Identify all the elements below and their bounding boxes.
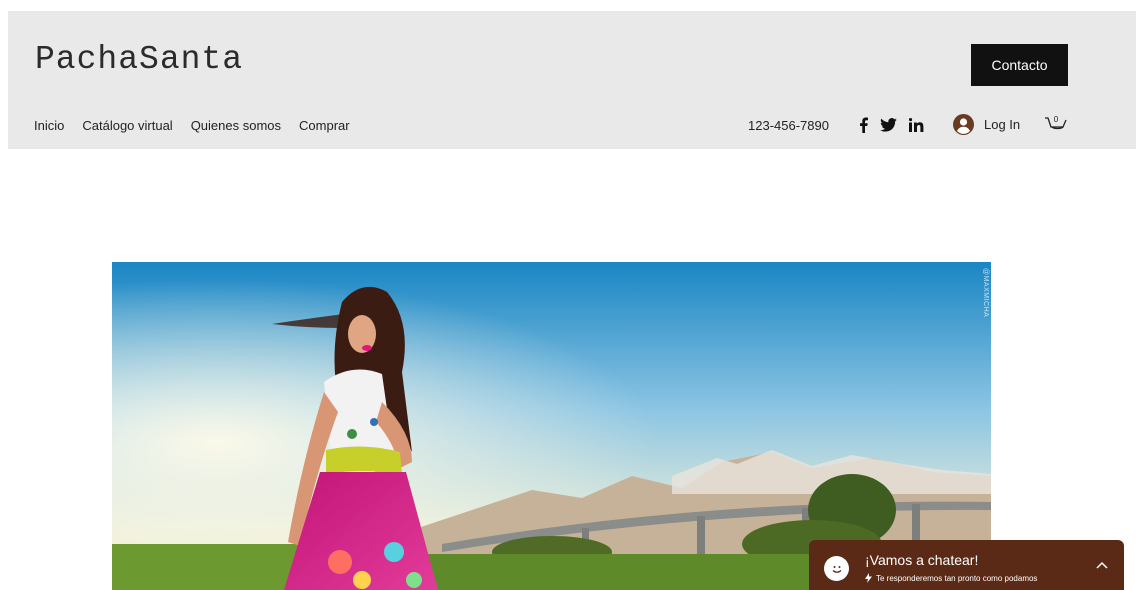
login-label: Log In	[984, 117, 1021, 132]
nav-item-quienes-somos[interactable]: Quienes somos	[191, 118, 281, 133]
hero-watermark: @MAXMICHA	[982, 268, 989, 318]
cart-count: 0	[1054, 115, 1059, 124]
smiley-icon	[824, 556, 849, 581]
lightning-icon	[865, 573, 872, 583]
avatar-icon	[953, 114, 974, 135]
cart-icon[interactable]: 0	[1044, 113, 1068, 135]
site-logo[interactable]: PachaSanta	[35, 41, 243, 78]
login-button[interactable]: Log In	[953, 114, 1020, 135]
main-nav: Inicio Catálogo virtual Quienes somos Co…	[34, 118, 350, 133]
chat-widget[interactable]: ¡Vamos a chatear! Te responderemos tan p…	[809, 540, 1124, 590]
contact-button[interactable]: Contacto	[971, 44, 1068, 86]
nav-item-inicio[interactable]: Inicio	[34, 118, 64, 133]
social-bar	[859, 115, 924, 135]
twitter-icon[interactable]	[880, 115, 897, 135]
linkedin-icon[interactable]	[909, 115, 924, 135]
chat-subtitle-row: Te responderemos tan pronto como podamos	[865, 573, 1037, 583]
nav-item-comprar[interactable]: Comprar	[299, 118, 350, 133]
site-header: PachaSanta Contacto Inicio Catálogo virt…	[8, 11, 1136, 149]
chat-subtitle: Te responderemos tan pronto como podamos	[876, 573, 1038, 583]
chevron-up-icon[interactable]	[1096, 561, 1108, 569]
phone-number: 123-456-7890	[748, 118, 829, 133]
chat-title: ¡Vamos a chatear!	[865, 552, 979, 568]
nav-item-catalogo[interactable]: Catálogo virtual	[82, 118, 172, 133]
facebook-icon[interactable]	[859, 115, 868, 135]
